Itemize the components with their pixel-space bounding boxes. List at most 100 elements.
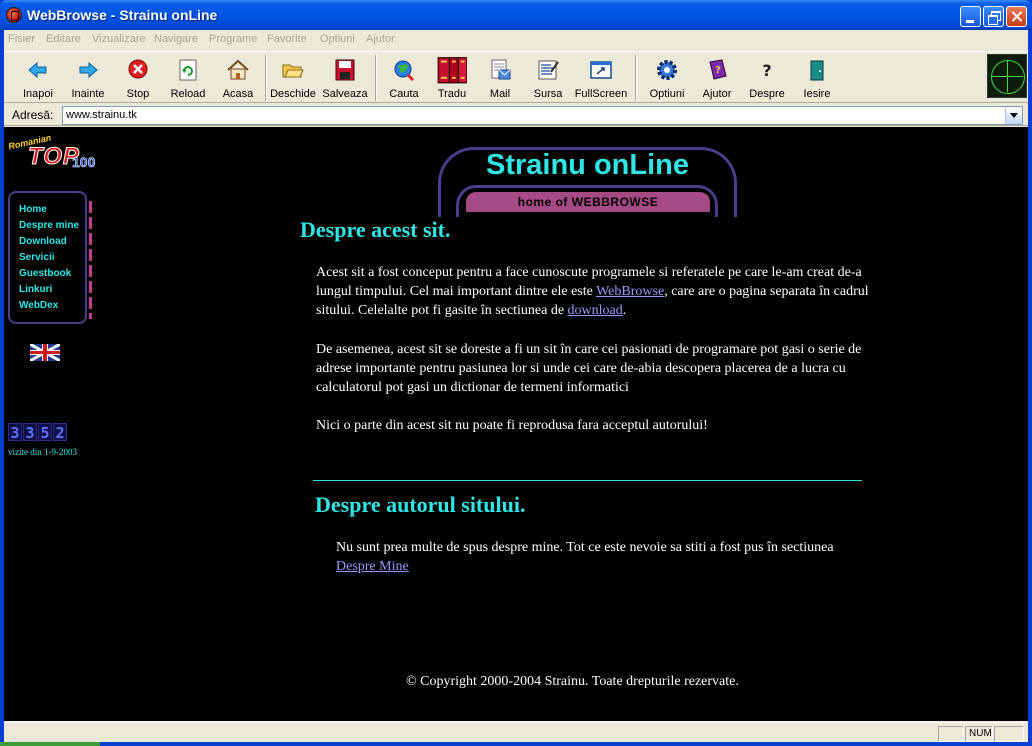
home-icon [227,59,249,80]
home-button[interactable]: Acasa [214,54,262,102]
restore-button[interactable] [983,6,1004,27]
search-globe-icon [394,60,415,82]
top100-banner[interactable]: Romanian TOP 100 [7,133,108,171]
toolbar: Inapoi Inainte Stop Reload Acasa Deschid… [4,51,1028,103]
reload-label: Reload [170,88,206,100]
about-label: Despre [749,88,785,100]
menu-navigare[interactable]: Navigare [154,33,198,45]
svg-text:?: ? [715,65,721,76]
nav-decorative-bar [89,201,92,319]
status-panel-num: NUM [965,726,993,742]
mail-icon [491,59,511,80]
source-label: Sursa [533,88,563,100]
reload-icon [179,59,197,81]
reload-button[interactable]: Reload [164,54,212,102]
nav-link-linkuri[interactable]: Linkuri [19,284,52,295]
translate-label: Tradu [437,88,467,100]
footer-copyright: © Copyright 2000-2004 Strainu. Toate dre… [406,674,739,689]
menu-editare[interactable]: Editare [46,33,81,45]
books-icon [437,57,467,84]
back-button[interactable]: Inapoi [14,54,62,102]
source-button[interactable]: Sursa [524,54,572,102]
menu-ajutor[interactable]: Ajutor [366,33,395,45]
heading-about-author: Despre autorul sitului. [315,492,526,517]
translate-button[interactable]: Tradu [428,54,476,102]
text-span: Nu sunt prea multe de spus despre mine. … [336,540,834,555]
paragraph-copyright-notice: Nici o parte din acest sit nu poate fi r… [316,418,708,433]
back-arrow-icon [28,61,47,79]
save-label: Salveaza [322,88,368,100]
nav-link-webdex[interactable]: WebDex [19,300,58,311]
status-bar: NUM [4,722,1028,742]
address-dropdown-button[interactable] [1005,107,1022,124]
site-logo-subtitle: home of WEBBROWSE [466,192,710,212]
nav-link-home[interactable]: Home [19,204,47,215]
status-panel [994,726,1024,742]
title-bar[interactable]: WebBrowse - Strainu onLine [0,0,1032,30]
status-panel [938,726,964,742]
home-label: Acasa [222,88,254,100]
app-icon[interactable] [6,7,22,23]
browser-window: WebBrowse - Strainu onLine Fisier Editar… [0,0,1032,746]
menu-programe[interactable]: Programe [209,33,257,45]
nav-link-despre-mine[interactable]: Despre mine [19,220,79,231]
english-flag-icon[interactable] [30,344,60,361]
search-label: Cauta [389,88,419,100]
menu-fisier[interactable]: Fisier [8,33,35,45]
taskbar-edge [0,742,100,746]
save-button[interactable]: Salveaza [320,54,370,102]
visit-counter: 3 3 5 2 [8,423,68,442]
paragraph-interests: De asemenea, acest sit se doreste a fi u… [316,342,862,395]
options-button[interactable]: Optiuni [642,54,692,102]
mail-label: Mail [489,88,511,100]
top100-number: 100 [72,154,96,171]
nav-link-download[interactable]: Download [19,236,67,247]
paragraph-about-author: Nu sunt prea multe de spus despre mine. … [336,538,856,576]
text-span: . [622,303,627,318]
menu-vizualizare[interactable]: Vizualizare [92,33,146,45]
toolbar-separator [265,55,267,101]
paragraph-about-site: Acest sit a fost conceput pentru a face … [316,263,876,320]
close-button[interactable] [1006,6,1027,27]
forward-label: Inainte [71,88,105,100]
web-page: Romanian TOP 100 Home Despre mine Downlo… [4,127,1028,721]
address-input[interactable]: www.strainu.tk [62,106,1023,125]
forward-button[interactable]: Inainte [64,54,112,102]
save-disk-icon [335,59,355,81]
help-button[interactable]: ? Ajutor [692,54,742,102]
exit-label: Iesire [803,88,831,100]
toolbar-separator [635,55,637,101]
address-bar: Adresă: www.strainu.tk [4,104,1028,126]
minimize-button[interactable] [960,6,981,27]
menu-favorite[interactable]: Favorite [267,33,307,45]
about-button[interactable]: ? Despre [742,54,792,102]
nav-link-guestbook[interactable]: Guestbook [19,268,71,279]
nav-link-servicii[interactable]: Servicii [19,252,55,263]
link-despre-mine[interactable]: Despre Mine [336,559,409,574]
counter-caption: vizite din 1-9-2003 [8,447,77,457]
counter-digit: 2 [53,423,67,442]
options-label: Optiuni [649,88,685,100]
mail-button[interactable]: Mail [476,54,524,102]
link-webbrowse[interactable]: WebBrowse [596,284,664,299]
counter-digit: 3 [8,423,22,442]
open-folder-icon [282,64,304,78]
stop-button[interactable]: Stop [114,54,162,102]
search-button[interactable]: Cauta [380,54,428,102]
fullscreen-icon [590,61,612,79]
menu-optiuni[interactable]: Optiuni [320,33,355,45]
radar-animation-icon [987,54,1027,98]
site-logo-title: Strainu onLine [486,149,689,181]
link-download[interactable]: download [568,303,623,318]
svg-text:?: ? [762,61,771,80]
options-gear-icon [657,60,677,80]
client-area: Fisier Editare Vizualizare Navigare Prog… [4,30,1028,742]
fullscreen-button[interactable]: FullScreen [572,54,630,102]
exit-button[interactable]: Iesire [792,54,842,102]
site-nav: Home Despre mine Download Servicii Guest… [8,191,92,324]
section-divider [313,480,862,481]
open-button[interactable]: Deschide [268,54,318,102]
open-label: Deschide [270,88,316,100]
window-title: WebBrowse - Strainu onLine [27,7,218,23]
forward-arrow-icon [79,61,98,79]
